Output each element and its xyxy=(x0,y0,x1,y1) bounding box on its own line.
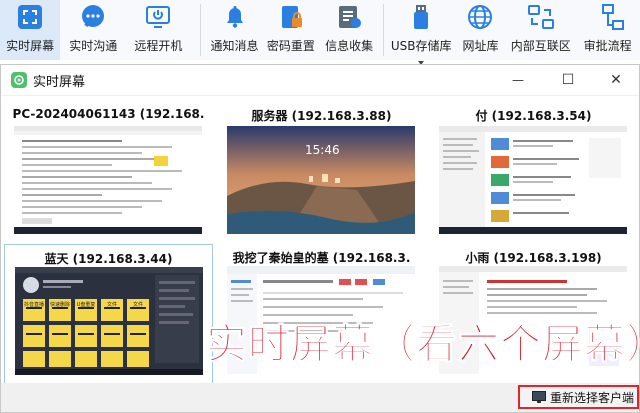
screen-thumbnail: 抖音直播 快速删除 U盘重复 文件 文件 xyxy=(15,267,203,375)
monitor-icon xyxy=(532,391,546,403)
toolbar-btn-chat[interactable]: 实时沟通 xyxy=(60,0,126,60)
screen-capture-icon xyxy=(17,4,43,30)
window-title: 实时屏幕 xyxy=(33,74,86,90)
bell-icon xyxy=(222,4,248,30)
screen-title: 服务器 (192.168.3.88) xyxy=(251,109,392,123)
app-logo-icon xyxy=(11,72,27,88)
toolbar-btn-internal-network[interactable]: 内部互联区 xyxy=(506,0,576,60)
toolbar-label: USB存储库 xyxy=(390,39,452,53)
toolbar-label: 远程开机 xyxy=(134,39,183,53)
toolbar-btn-url-library[interactable]: 网址库 xyxy=(455,0,506,60)
reselect-client-label: 重新选择客户端 xyxy=(550,390,635,405)
screen-tile-selected[interactable]: 蓝天 (192.168.3.44) 抖音直播 快速删除 U盘重复 文件 文件 xyxy=(4,244,213,384)
info-collect-icon xyxy=(336,4,362,30)
toolbar-label: 实时沟通 xyxy=(69,39,118,53)
minimize-button[interactable]: — xyxy=(495,65,541,95)
screen-tile[interactable]: 付 (192.168.3.54) xyxy=(429,102,638,242)
screen-title: PC-202404061143 (192.168. xyxy=(12,107,205,121)
desktop-tile-label: U盘重复 xyxy=(76,302,96,308)
power-on-icon xyxy=(145,4,171,30)
toolbar-label: 审批流程 xyxy=(583,39,632,53)
desktop-tile-label: 文件 xyxy=(106,302,117,308)
toolbar-btn-password-reset[interactable]: 密码重置 xyxy=(263,0,319,60)
toolbar-separator xyxy=(383,4,385,56)
usb-icon xyxy=(408,4,434,30)
toolbar-btn-notify[interactable]: 通知消息 xyxy=(206,0,262,60)
screen-thumbnail xyxy=(14,126,202,234)
toolbar-label: 密码重置 xyxy=(266,39,315,53)
password-lock-icon xyxy=(278,4,304,30)
screen-title: 蓝天 (192.168.3.44) xyxy=(44,252,173,266)
toolbar-btn-remote-boot[interactable]: 远程开机 xyxy=(126,0,190,60)
screen-title: 付 (192.168.3.54) xyxy=(475,109,592,123)
window-statusbar: 重新选择客户端 xyxy=(1,383,639,412)
toolbar-label: 信息收集 xyxy=(325,39,374,53)
close-icon: ✕ xyxy=(610,72,622,88)
screen-title: 小雨 (192.168.3.198) xyxy=(465,251,602,265)
toolbar-btn-approval[interactable]: 审批流程 xyxy=(576,0,640,60)
toolbar-separator xyxy=(200,4,202,56)
toolbar-label: 内部互联区 xyxy=(510,39,571,53)
desktop-tile-label: 快速删除 xyxy=(49,302,70,308)
screen-tile[interactable]: 服务器 (192.168.3.88) 15:46 xyxy=(217,102,426,242)
toolbar-btn-info-collect[interactable]: 信息收集 xyxy=(319,0,379,60)
close-button[interactable]: ✕ xyxy=(593,65,639,95)
screen-tile[interactable]: PC-202404061143 (192.168. xyxy=(4,102,213,242)
network-icon xyxy=(527,4,554,30)
screen-title: 我挖了秦始皇的墓 (192.168.3. xyxy=(232,251,411,265)
reselect-client-button[interactable]: 重新选择客户端 xyxy=(518,385,639,409)
maximize-button[interactable]: ☐ xyxy=(545,65,591,95)
toolbar-label: 通知消息 xyxy=(210,39,259,53)
minimize-icon: — xyxy=(512,73,524,87)
desktop-tile-label: 文件 xyxy=(132,302,143,308)
annotation-caption: 实时屏幕（看六个屏幕） xyxy=(206,320,640,369)
toolbar-label: 网址库 xyxy=(462,39,499,53)
toolbar-btn-live-screen[interactable]: 实时屏幕 xyxy=(0,0,61,60)
screen-thumbnail: 15:46 xyxy=(227,126,415,234)
toolbar-btn-usb-storage[interactable]: USB存储库 xyxy=(387,0,455,65)
window-titlebar[interactable]: 实时屏幕 — ☐ ✕ xyxy=(1,65,639,95)
globe-icon xyxy=(467,4,493,30)
desktop-tile-label: 抖音直播 xyxy=(23,302,44,308)
approval-flow-icon xyxy=(600,4,626,30)
lockscreen-clock: 15:46 xyxy=(305,143,340,157)
screen-thumbnail xyxy=(439,126,627,234)
maximize-icon: ☐ xyxy=(561,72,575,88)
chat-bubble-icon xyxy=(80,4,106,30)
toolbar: 实时屏幕 实时沟通 远程开机 通知消息 密码重置 信息收集 USB存储库 网址库… xyxy=(0,0,640,65)
toolbar-label: 实时屏幕 xyxy=(6,39,55,53)
